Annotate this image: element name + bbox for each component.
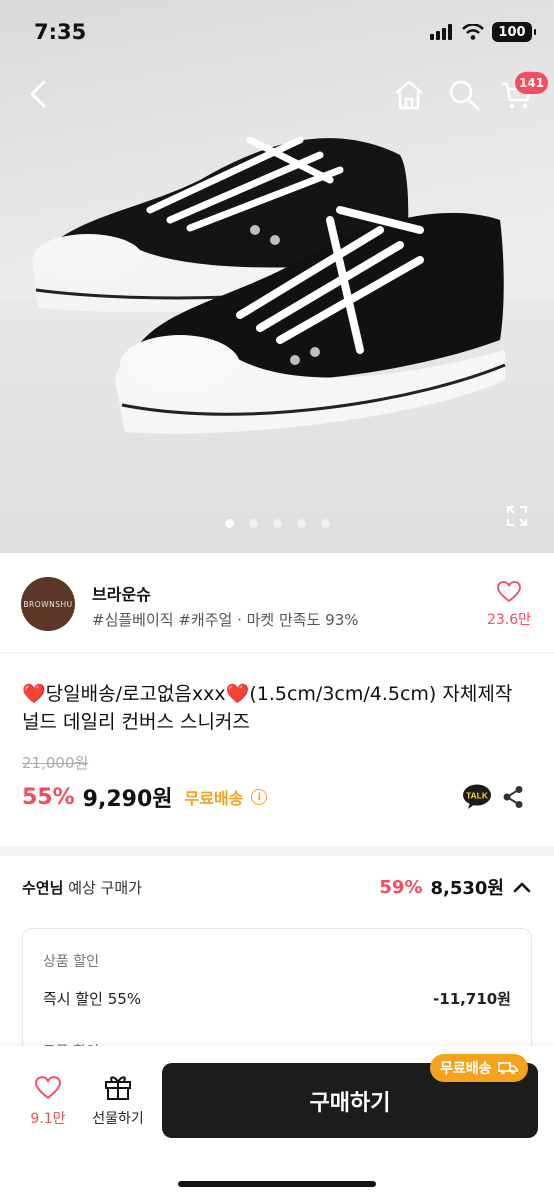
shop-like-count: 23.6만 [486,612,532,628]
heart-emoji: ❤️ [225,683,250,705]
expected-price-values: 59% 8,530원 [379,874,532,900]
section-divider [0,846,554,856]
product-title: ❤️당일배송/로고없음xxx❤️(1.5cm/3cm/4.5cm) 자체제작 널… [22,680,532,736]
back-arrow-icon[interactable] [22,76,58,112]
share-icon[interactable] [502,785,524,809]
product-image-gallery[interactable]: 7:35 100 141 [0,0,554,553]
gift-button[interactable]: 선물하기 [86,1074,150,1128]
home-indicator [178,1181,376,1187]
status-time: 7:35 [34,20,87,44]
truck-icon [497,1062,518,1075]
breakdown-item-label: 즉시 할인 55% [43,990,142,1008]
original-price: 21,000원 [22,754,89,772]
free-shipping-badge-label: 무료배송 [440,1061,492,1077]
heart-outline-icon [35,1076,61,1099]
wifi-icon [462,24,484,40]
battery-icon: 100 [492,22,536,42]
expected-rate: 59% [379,876,423,898]
discount-rate: 55% [22,784,75,810]
product-title-part1: 당일배송/로고없음xxx [45,683,226,705]
heart-outline-icon [497,581,521,603]
breakdown-item-amount: -11,710원 [433,990,511,1008]
talk-icon[interactable]: TALK [462,784,492,810]
gallery-dot[interactable] [225,519,234,528]
status-indicators: 100 [430,22,536,42]
expected-price-label: 수연님 예상 구매가 [22,877,142,898]
shop-logo[interactable]: BROWNSHU [21,577,75,631]
free-shipping-label: 무료배송 [184,789,244,808]
price-row: 55% 9,290원 무료배송 i [22,781,268,813]
bottom-action-bar: 9.1만 선물하기 구매하기 무료배송 [0,1046,554,1200]
sale-price: 9,290원 [82,787,173,812]
expected-price: 8,530원 [430,878,505,899]
wish-count: 9.1만 [30,1111,66,1127]
shop-info[interactable]: BROWNSHU 브라운슈 #심플베이직 #캐주얼 · 마켓 만족도 93% 2… [0,553,554,653]
wish-button[interactable]: 9.1만 [22,1076,74,1128]
shop-like-button[interactable]: 23.6만 [484,581,534,629]
signal-icon [430,24,452,40]
talk-label: TALK [466,791,489,801]
chevron-up-icon[interactable] [512,880,532,894]
product-photo [32,136,506,434]
gallery-dot[interactable] [297,519,306,528]
cart-count-badge: 141 [515,72,549,94]
free-shipping-badge: 무료배송 [430,1054,528,1082]
search-icon[interactable] [447,78,481,112]
expected-label-text: 예상 구매가 [68,879,142,897]
user-name: 수연님 [22,879,64,897]
status-bar: 7:35 100 [0,0,554,66]
breakdown-section-title: 상품 할인 [43,954,99,970]
info-icon[interactable]: i [251,789,268,805]
shop-tags: #심플베이직 #캐주얼 · 마켓 만족도 93% [92,611,359,629]
gallery-dot[interactable] [321,519,330,528]
shop-name[interactable]: 브라운슈 [92,581,151,605]
gallery-dot[interactable] [273,519,282,528]
expand-icon[interactable] [505,504,529,528]
heart-emoji: ❤️ [22,683,46,705]
expected-price-row[interactable]: 수연님 예상 구매가 59% 8,530원 [0,856,554,918]
gift-icon [105,1076,131,1100]
home-icon[interactable] [392,78,426,112]
gallery-dots [225,519,330,528]
gallery-dot[interactable] [249,519,258,528]
gift-label: 선물하기 [92,1111,144,1127]
